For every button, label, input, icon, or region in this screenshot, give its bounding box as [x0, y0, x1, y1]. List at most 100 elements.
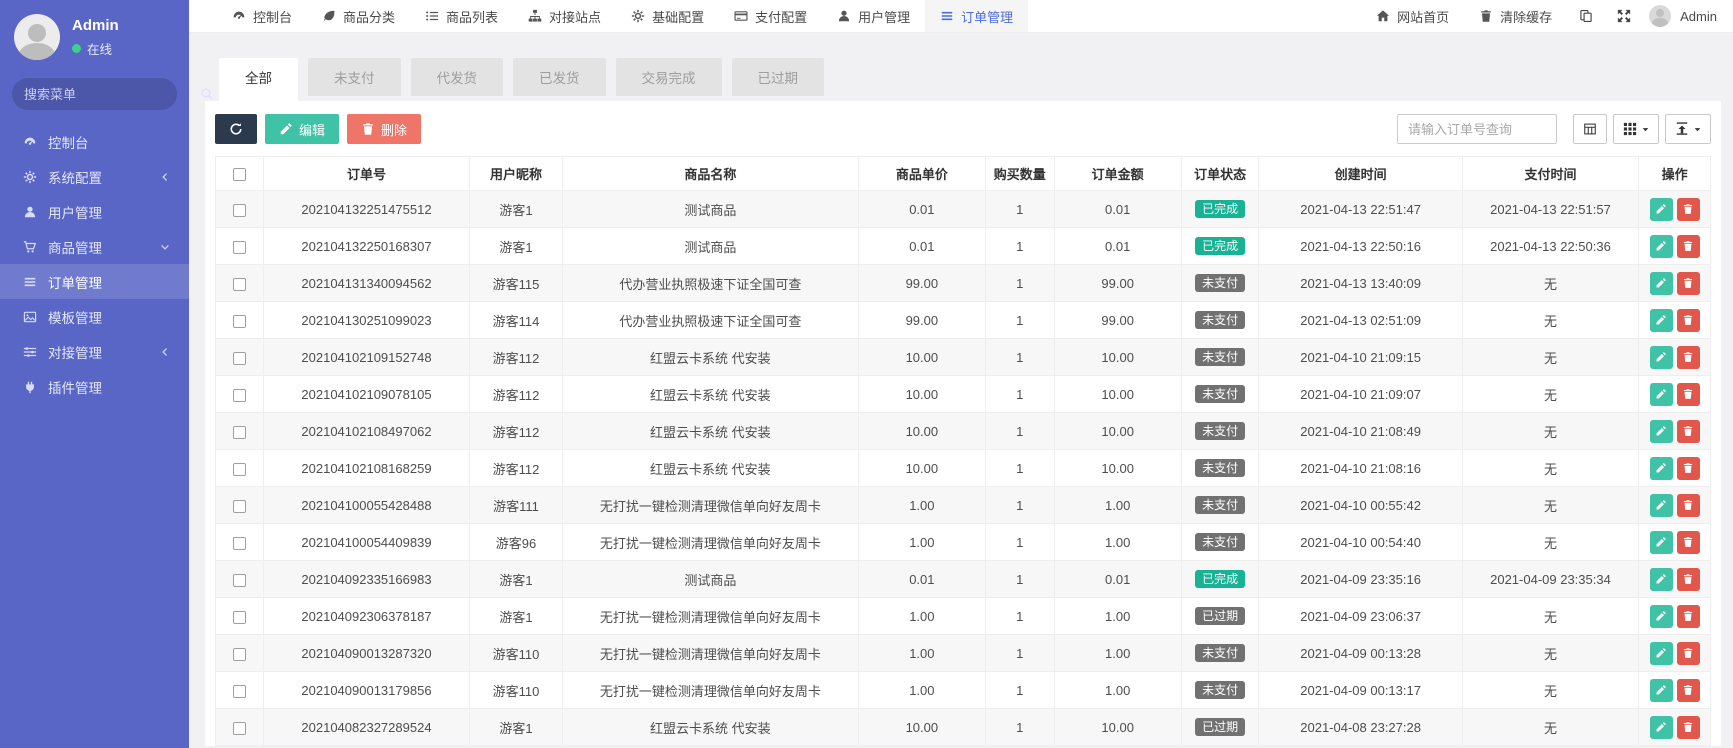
- paid-time-cell: 无: [1461, 375, 1640, 413]
- row-edit-button[interactable]: [1649, 567, 1673, 591]
- row-edit-button[interactable]: [1649, 308, 1673, 332]
- row-edit-button[interactable]: [1649, 530, 1673, 554]
- row-checkbox[interactable]: [232, 240, 246, 254]
- row-delete-button[interactable]: [1676, 271, 1700, 295]
- row-delete-button[interactable]: [1676, 382, 1700, 406]
- order-search-input[interactable]: [1397, 114, 1557, 144]
- sidebar-item-1[interactable]: 系统配置: [0, 159, 189, 194]
- row-checkbox[interactable]: [232, 203, 246, 217]
- row-edit-button[interactable]: [1649, 678, 1673, 702]
- menu-search-input[interactable]: [24, 86, 200, 102]
- status-badge: 未支付: [1195, 422, 1246, 440]
- row-delete-button[interactable]: [1676, 197, 1700, 221]
- tab-5[interactable]: 已过期: [731, 58, 824, 96]
- row-checkbox[interactable]: [232, 388, 246, 402]
- sliders-icon: [22, 345, 38, 359]
- expand-button[interactable]: [1605, 0, 1643, 32]
- order-no-cell: 202104092306378187: [262, 597, 471, 635]
- row-checkbox[interactable]: [232, 684, 246, 698]
- sidebar-item-6[interactable]: 对接管理: [0, 334, 189, 369]
- table-row-0: 202104132251475512 游客1 测试商品 0.01 1 0.01 已完成 202…: [215, 190, 1711, 228]
- layout-grid-button[interactable]: [1613, 114, 1659, 144]
- column-header-5: 订单金额: [1053, 156, 1182, 191]
- online-status-icon: [72, 43, 81, 53]
- row-delete-button[interactable]: [1676, 234, 1700, 258]
- row-edit-button[interactable]: [1649, 382, 1673, 406]
- row-edit-button[interactable]: [1649, 345, 1673, 369]
- amount-cell: 0.01: [1053, 560, 1182, 598]
- nav-item-2[interactable]: 商品列表: [410, 0, 513, 32]
- row-edit-button[interactable]: [1649, 715, 1673, 739]
- row-delete-button[interactable]: [1676, 456, 1700, 480]
- row-delete-button[interactable]: [1676, 678, 1700, 702]
- caret-down-icon: [1693, 125, 1702, 134]
- edit-button[interactable]: 编辑: [265, 114, 340, 144]
- row-edit-button[interactable]: [1649, 493, 1673, 517]
- row-edit-button[interactable]: [1649, 419, 1673, 443]
- row-delete-button[interactable]: [1676, 419, 1700, 443]
- nav-right-link-1[interactable]: 清除缓存: [1464, 0, 1567, 32]
- row-delete-button[interactable]: [1676, 715, 1700, 739]
- tab-2[interactable]: 代发货: [410, 58, 503, 96]
- row-edit-button[interactable]: [1649, 456, 1673, 480]
- row-delete-button[interactable]: [1676, 567, 1700, 591]
- column-header-1: 用户昵称: [469, 156, 563, 191]
- row-delete-button[interactable]: [1676, 641, 1700, 665]
- tab-1[interactable]: 未支付: [308, 58, 401, 96]
- sidebar-item-2[interactable]: 用户管理: [0, 194, 189, 229]
- tab-0[interactable]: 全部: [219, 58, 298, 101]
- unit-price-cell: 1.00: [857, 486, 986, 524]
- row-delete-button[interactable]: [1676, 530, 1700, 554]
- created-time-cell: 2021-04-10 21:09:07: [1258, 375, 1463, 413]
- sidebar-item-7[interactable]: 插件管理: [0, 369, 189, 404]
- row-checkbox[interactable]: [232, 351, 246, 365]
- sidebar-item-label: 商品管理: [48, 240, 102, 256]
- row-edit-button[interactable]: [1649, 641, 1673, 665]
- sidebar-item-3[interactable]: 商品管理: [0, 229, 189, 264]
- row-edit-button[interactable]: [1649, 234, 1673, 258]
- topnav-user[interactable]: Admin: [1643, 0, 1733, 32]
- row-delete-button[interactable]: [1676, 493, 1700, 517]
- row-checkbox[interactable]: [232, 462, 246, 476]
- row-checkbox[interactable]: [232, 314, 246, 328]
- row-edit-button[interactable]: [1649, 197, 1673, 221]
- copy-button[interactable]: [1567, 0, 1605, 32]
- sidebar-item-4[interactable]: 订单管理: [0, 264, 189, 299]
- tab-3[interactable]: 已发货: [513, 58, 606, 96]
- row-checkbox[interactable]: [232, 277, 246, 291]
- nav-item-4[interactable]: 基础配置: [616, 0, 719, 32]
- unit-price-cell: 10.00: [857, 708, 986, 746]
- created-time-cell: 2021-04-09 00:13:28: [1258, 634, 1463, 672]
- search-icon[interactable]: [200, 87, 214, 101]
- row-checkbox[interactable]: [232, 499, 246, 513]
- row-checkbox[interactable]: [232, 573, 246, 587]
- row-checkbox[interactable]: [232, 647, 246, 661]
- nickname-cell: 游客112: [469, 375, 563, 413]
- avatar[interactable]: [14, 14, 60, 60]
- row-delete-button[interactable]: [1676, 604, 1700, 628]
- sidebar-item-5[interactable]: 模板管理: [0, 299, 189, 334]
- row-delete-button[interactable]: [1676, 345, 1700, 369]
- sidebar-item-0[interactable]: 控制台: [0, 124, 189, 159]
- refresh-button[interactable]: [215, 114, 257, 144]
- nav-right-link-0[interactable]: 网站首页: [1361, 0, 1464, 32]
- delete-button[interactable]: 删除: [347, 114, 422, 144]
- row-checkbox[interactable]: [232, 610, 246, 624]
- row-edit-button[interactable]: [1649, 271, 1673, 295]
- hamburger-menu-icon[interactable]: [189, 0, 217, 32]
- filter-columns-button[interactable]: [1573, 114, 1607, 144]
- nav-item-0[interactable]: 控制台: [217, 0, 307, 32]
- row-checkbox[interactable]: [232, 536, 246, 550]
- nav-item-1[interactable]: 商品分类: [307, 0, 410, 32]
- row-delete-button[interactable]: [1676, 308, 1700, 332]
- row-checkbox[interactable]: [232, 721, 246, 735]
- export-button[interactable]: [1665, 114, 1711, 144]
- select-all-checkbox[interactable]: [232, 168, 246, 182]
- nav-item-5[interactable]: 支付配置: [719, 0, 822, 32]
- row-edit-button[interactable]: [1649, 604, 1673, 628]
- nav-item-3[interactable]: 对接站点: [513, 0, 616, 32]
- row-checkbox[interactable]: [232, 425, 246, 439]
- nav-item-6[interactable]: 用户管理: [822, 0, 925, 32]
- nav-item-7[interactable]: 订单管理: [925, 0, 1029, 32]
- tab-4[interactable]: 交易完成: [615, 58, 722, 96]
